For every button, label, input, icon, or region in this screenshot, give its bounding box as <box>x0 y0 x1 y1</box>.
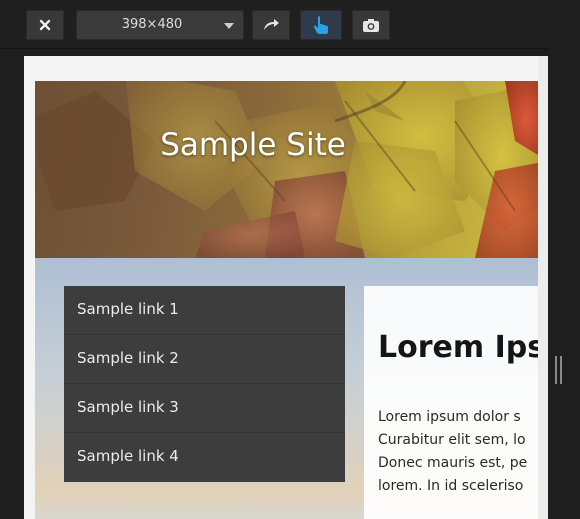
viewport-size-value: 398×480 <box>121 17 183 32</box>
paragraph-line: lorem. In id sceleriso <box>378 478 524 494</box>
rotate-icon <box>262 18 280 32</box>
close-button[interactable] <box>26 10 64 40</box>
screenshot-button[interactable] <box>352 10 390 40</box>
viewport-scrollbar[interactable] <box>538 56 548 519</box>
content-heading: Lorem Ips <box>378 330 546 365</box>
leaves-background <box>35 81 548 258</box>
rotate-button[interactable] <box>252 10 290 40</box>
viewport-size-select[interactable]: 398×480 <box>76 10 244 40</box>
site-header: Sample Site <box>35 81 548 258</box>
nav-link-1[interactable]: Sample link 1 <box>64 286 345 335</box>
site-nav: Sample link 1 Sample link 2 Sample link … <box>64 286 345 482</box>
responsive-viewport: Sample Site Sample link 1 Sample link 2 … <box>24 56 548 519</box>
resize-handle[interactable] <box>555 356 562 384</box>
chevron-down-icon <box>224 23 234 29</box>
nav-link-3[interactable]: Sample link 3 <box>64 384 345 433</box>
page-content: Sample Site Sample link 1 Sample link 2 … <box>35 81 548 519</box>
site-body: Sample link 1 Sample link 2 Sample link … <box>35 258 548 519</box>
content-paragraph: Lorem ipsum dolor s Curabitur elit sem, … <box>378 406 548 498</box>
paragraph-line: Lorem ipsum dolor s <box>378 409 521 425</box>
nav-link-2[interactable]: Sample link 2 <box>64 335 345 384</box>
viewport-gutter <box>548 48 580 519</box>
paragraph-line: Donec mauris est, pe <box>378 455 528 471</box>
touch-icon <box>312 15 330 35</box>
main-content: Lorem Ips Lorem ipsum dolor s Curabitur … <box>364 286 548 519</box>
close-icon <box>39 19 51 31</box>
site-title: Sample Site <box>160 127 346 163</box>
camera-icon <box>362 18 380 33</box>
devtools-toolbar: 398×480 <box>0 0 580 49</box>
paragraph-line: Curabitur elit sem, lo <box>378 432 526 448</box>
touch-simulation-button[interactable] <box>300 10 342 40</box>
nav-link-4[interactable]: Sample link 4 <box>64 433 345 482</box>
